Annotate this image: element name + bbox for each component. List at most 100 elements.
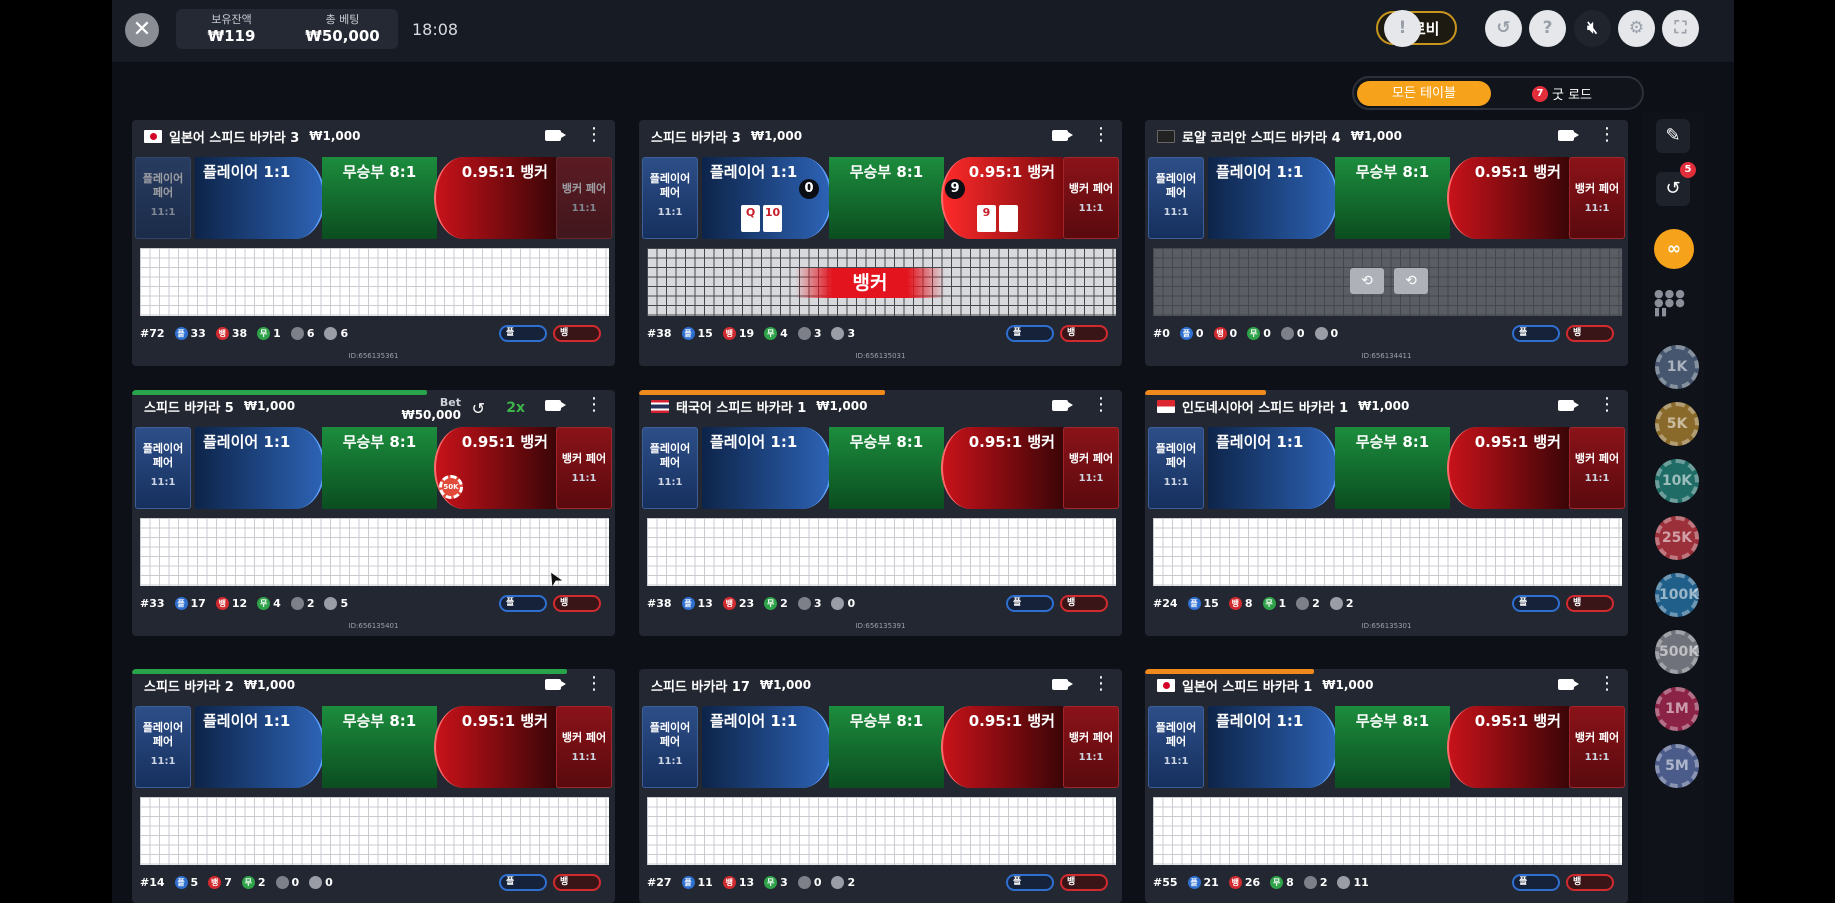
- banker-pair-bet[interactable]: 뱅커 페어 11:1: [1063, 157, 1119, 239]
- banker-prediction[interactable]: 뱅: [553, 595, 601, 612]
- bet-chip[interactable]: 500K: [1655, 630, 1699, 674]
- tie-bet[interactable]: 무승부 8:1: [829, 427, 944, 509]
- more-options-icon[interactable]: ⋮: [1598, 395, 1616, 415]
- player-pair-bet[interactable]: 플레이어 페어 11:1: [642, 157, 698, 239]
- player-pair-bet[interactable]: 플레이어 페어 11:1: [135, 427, 191, 509]
- sound-off-icon[interactable]: 🔇︎: [1574, 10, 1611, 47]
- edit-icon[interactable]: ✎: [1656, 119, 1690, 153]
- video-camera-icon[interactable]: [1052, 400, 1068, 411]
- player-bet[interactable]: 플레이어 1:1: [1208, 427, 1338, 509]
- banker-bet[interactable]: 0.95:1 뱅커: [434, 706, 556, 788]
- table-name[interactable]: 로얄 코리안 스피드 바카라 4: [1182, 127, 1341, 146]
- banker-bet[interactable]: 0.95:1 뱅커: [941, 706, 1063, 788]
- table-name[interactable]: 태국어 스피드 바카라 1: [676, 397, 806, 416]
- player-bet[interactable]: 플레이어 1:1: [1208, 706, 1338, 788]
- banker-bet[interactable]: 0.95:1 뱅커: [1447, 706, 1569, 788]
- player-pair-bet[interactable]: 플레이어 페어 11:1: [135, 157, 191, 239]
- table-card[interactable]: 스피드 바카라 17 ₩1,000 ⋮ 플레이어 페어 11:1 플레이어 1:1 무승부 …: [639, 669, 1122, 903]
- banker-prediction[interactable]: 뱅: [553, 874, 601, 891]
- player-prediction[interactable]: 플: [499, 874, 547, 891]
- more-options-icon[interactable]: ⋮: [1598, 674, 1616, 694]
- more-options-icon[interactable]: ⋮: [1092, 395, 1110, 415]
- player-pair-bet[interactable]: 플레이어 페어 11:1: [642, 706, 698, 788]
- banker-bet[interactable]: 0.95:1 뱅커: [1447, 157, 1569, 239]
- tie-bet[interactable]: 무승부 8:1: [322, 157, 437, 239]
- table-name[interactable]: 인도네시아어 스피드 바카라 1: [1182, 397, 1348, 416]
- banker-pair-bet[interactable]: 뱅커 페어 11:1: [556, 157, 612, 239]
- player-bet[interactable]: 플레이어 1:1: [702, 427, 832, 509]
- help-icon[interactable]: ?: [1529, 10, 1566, 47]
- table-card[interactable]: 태국어 스피드 바카라 1 ₩1,000 ⋮ 플레이어 페어 11:1 플레이어 1:1 무…: [639, 390, 1122, 636]
- player-bet[interactable]: 플레이어 1:1: [1208, 157, 1338, 239]
- big-road-icon[interactable]: ●●● ●●● ▮▮: [1654, 288, 1685, 319]
- video-camera-icon[interactable]: [1558, 400, 1574, 411]
- tie-bet[interactable]: 무승부 8:1: [1335, 706, 1450, 788]
- table-name[interactable]: 일본어 스피드 바카라 3: [169, 127, 299, 146]
- player-prediction[interactable]: 플: [1006, 325, 1054, 342]
- table-name[interactable]: 스피드 바카라 3: [651, 127, 741, 146]
- bead-road[interactable]: [1153, 518, 1622, 586]
- tie-bet[interactable]: 무승부 8:1: [829, 157, 944, 239]
- undo-icon[interactable]: ↺: [472, 399, 485, 418]
- tie-bet[interactable]: 무승부 8:1: [829, 706, 944, 788]
- player-pair-bet[interactable]: 플레이어 페어 11:1: [1148, 427, 1204, 509]
- banker-pair-bet[interactable]: 뱅커 페어 11:1: [1063, 706, 1119, 788]
- tab-all-tables[interactable]: 모든 테이블: [1357, 81, 1491, 106]
- more-options-icon[interactable]: ⋮: [1598, 125, 1616, 145]
- table-card[interactable]: 스피드 바카라 2 ₩1,000 ⋮ 플레이어 페어 11:1 플레이어 1:1 무승부 8…: [132, 669, 615, 903]
- video-camera-icon[interactable]: [545, 130, 561, 141]
- tie-bet[interactable]: 무승부 8:1: [322, 706, 437, 788]
- player-pair-bet[interactable]: 플레이어 페어 11:1: [642, 427, 698, 509]
- player-prediction[interactable]: 플: [1512, 325, 1560, 342]
- player-prediction[interactable]: 플: [1006, 595, 1054, 612]
- player-prediction[interactable]: 플: [499, 595, 547, 612]
- table-name[interactable]: 일본어 스피드 바카라 1: [1182, 676, 1312, 695]
- bet-chip[interactable]: 100K: [1655, 573, 1699, 617]
- banker-prediction[interactable]: 뱅: [1566, 325, 1614, 342]
- table-card[interactable]: 스피드 바카라 3 ₩1,000 ⋮ 플레이어 페어 11:1 플레이어 1:1 무승부 8…: [639, 120, 1122, 366]
- banker-prediction[interactable]: 뱅: [1060, 595, 1108, 612]
- more-options-icon[interactable]: ⋮: [1092, 674, 1110, 694]
- tie-bet[interactable]: 무승부 8:1: [1335, 157, 1450, 239]
- banker-pair-bet[interactable]: 뱅커 페어 11:1: [1569, 157, 1625, 239]
- table-name[interactable]: 스피드 바카라 17: [651, 676, 750, 695]
- player-pair-bet[interactable]: 플레이어 페어 11:1: [1148, 706, 1204, 788]
- banker-pair-bet[interactable]: 뱅커 페어 11:1: [556, 706, 612, 788]
- tab-good-road[interactable]: 7 굿 로드: [1532, 84, 1592, 103]
- table-card[interactable]: 로얄 코리안 스피드 바카라 4 ₩1,000 ⋮ 플레이어 페어 11:1 플레이어 1…: [1145, 120, 1628, 366]
- video-camera-icon[interactable]: [545, 679, 561, 690]
- close-icon[interactable]: ✕: [125, 13, 159, 47]
- player-bet[interactable]: 플레이어 1:1: [195, 157, 325, 239]
- player-pair-bet[interactable]: 플레이어 페어 11:1: [1148, 157, 1204, 239]
- bead-road[interactable]: 뱅커: [647, 248, 1116, 316]
- bet-chip[interactable]: 25K: [1655, 516, 1699, 560]
- banker-pair-bet[interactable]: 뱅커 페어 11:1: [556, 427, 612, 509]
- table-card[interactable]: 일본어 스피드 바카라 3 ₩1,000 ⋮ 플레이어 페어 11:1 플레이어 1:1 무…: [132, 120, 615, 366]
- more-options-icon[interactable]: ⋮: [585, 674, 603, 694]
- player-prediction[interactable]: 플: [1512, 595, 1560, 612]
- banker-pair-bet[interactable]: 뱅커 페어 11:1: [1063, 427, 1119, 509]
- info-icon[interactable]: !: [1384, 10, 1421, 47]
- history-icon[interactable]: ↺: [1485, 10, 1522, 47]
- bead-road[interactable]: [647, 518, 1116, 586]
- banker-prediction[interactable]: 뱅: [1060, 874, 1108, 891]
- table-card[interactable]: 스피드 바카라 5 ₩1,000 Bet ₩50,000 ↺ 2x ⋮ 플레이어 페어 11:1…: [132, 390, 615, 636]
- player-prediction[interactable]: 플: [1512, 874, 1560, 891]
- bead-road-icon[interactable]: ∞: [1654, 229, 1694, 269]
- player-prediction[interactable]: 플: [499, 325, 547, 342]
- bead-road[interactable]: ⟲ ⟲: [1153, 248, 1622, 316]
- bead-road[interactable]: [140, 797, 609, 865]
- more-options-icon[interactable]: ⋮: [1092, 125, 1110, 145]
- banker-pair-bet[interactable]: 뱅커 페어 11:1: [1569, 706, 1625, 788]
- player-pair-bet[interactable]: 플레이어 페어 11:1: [135, 706, 191, 788]
- video-camera-icon[interactable]: [1558, 679, 1574, 690]
- video-camera-icon[interactable]: [1052, 679, 1068, 690]
- bet-chip[interactable]: 1K: [1655, 345, 1699, 389]
- more-options-icon[interactable]: ⋮: [585, 125, 603, 145]
- table-card[interactable]: 일본어 스피드 바카라 1 ₩1,000 ⋮ 플레이어 페어 11:1 플레이어 1:1 무…: [1145, 669, 1628, 903]
- video-camera-icon[interactable]: [1052, 130, 1068, 141]
- bet-chip[interactable]: 1M: [1655, 687, 1699, 731]
- banker-bet[interactable]: 0.95:1 뱅커: [434, 157, 556, 239]
- table-card[interactable]: 인도네시아어 스피드 바카라 1 ₩1,000 ⋮ 플레이어 페어 11:1 플레이어 1…: [1145, 390, 1628, 636]
- bead-road[interactable]: [647, 797, 1116, 865]
